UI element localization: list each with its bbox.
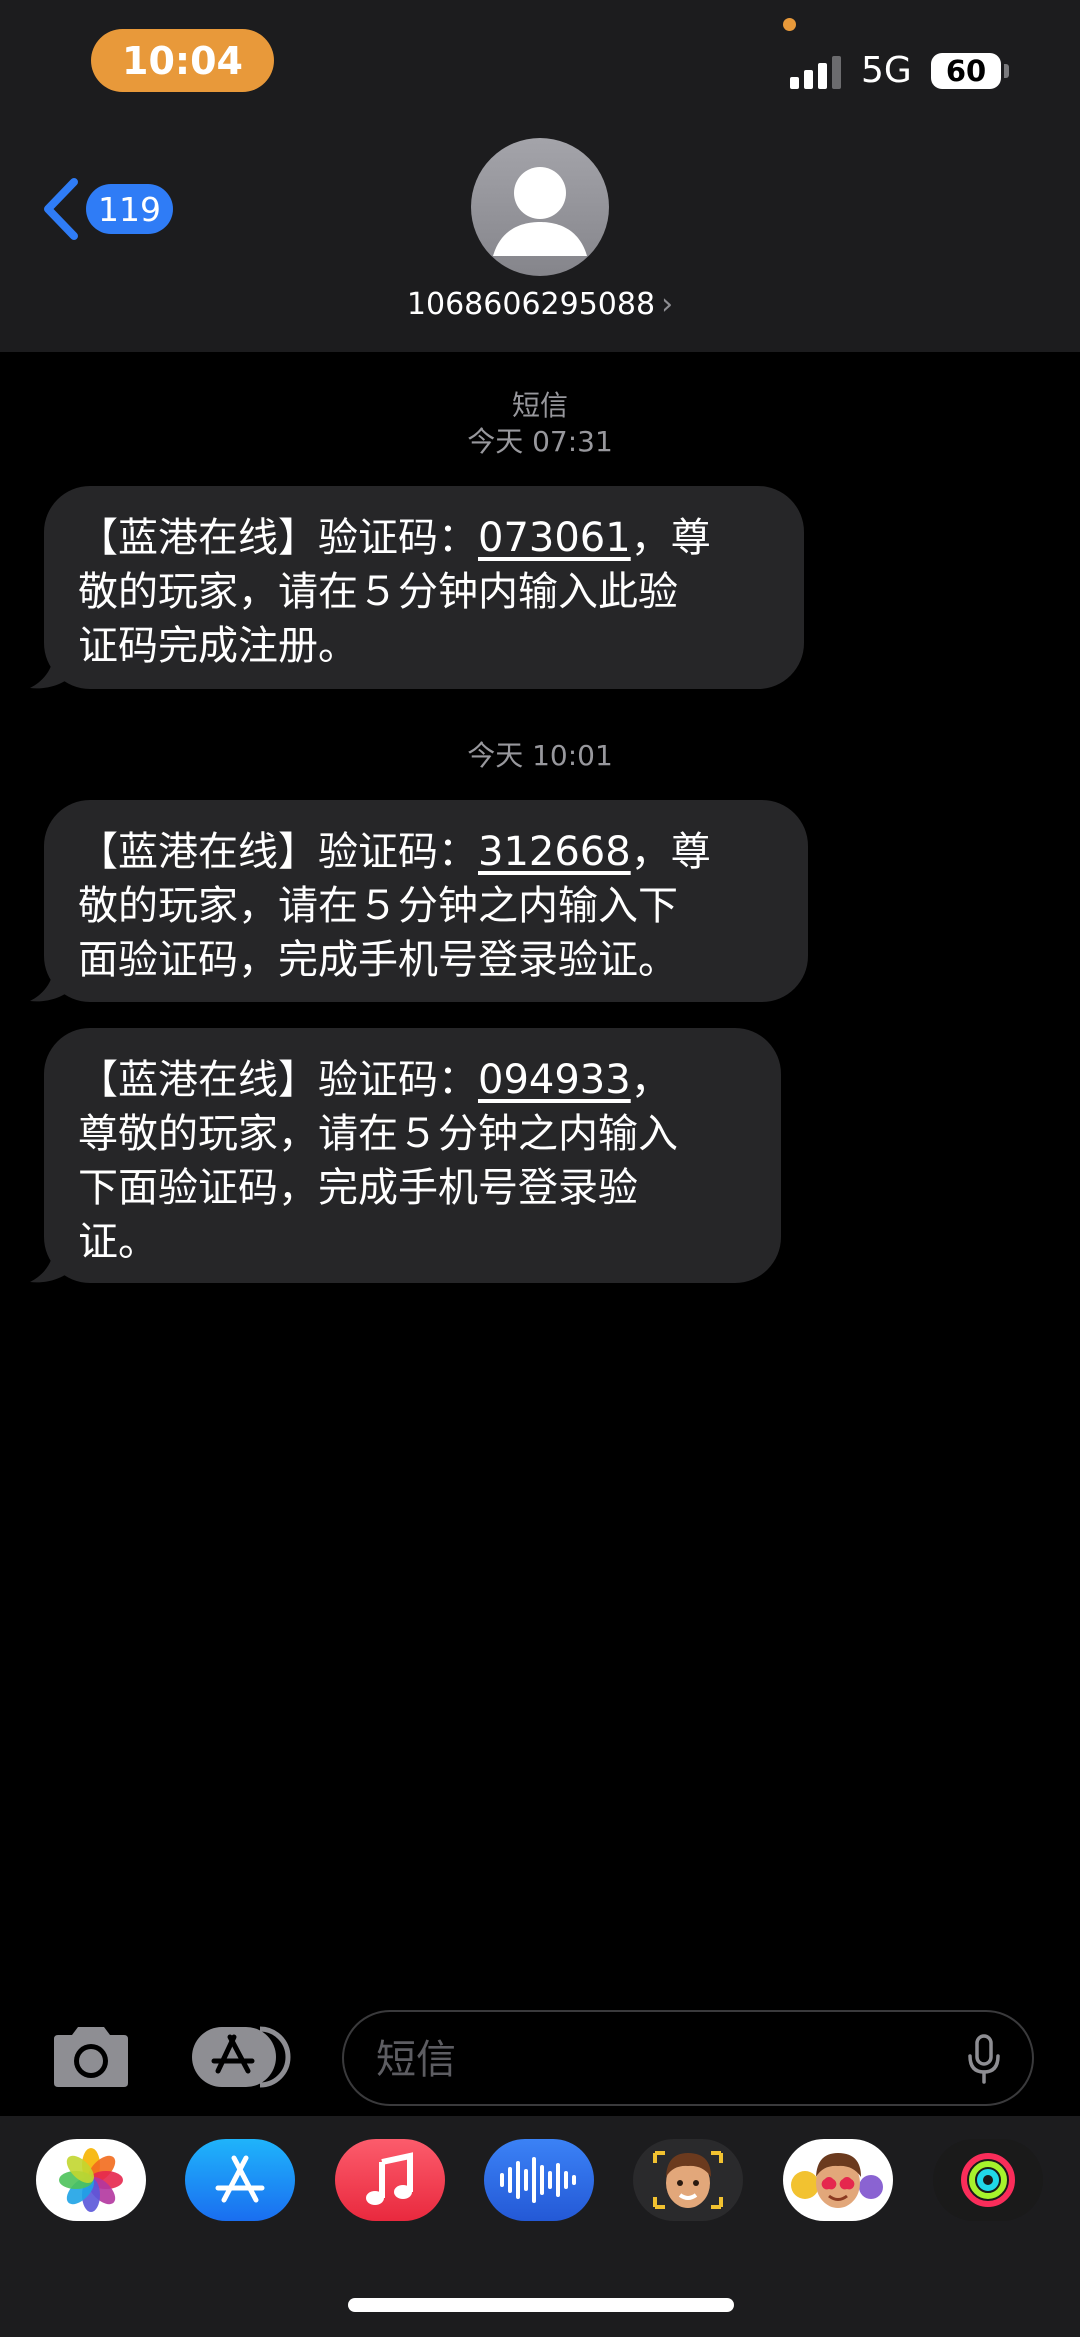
message-line: 尊敬的玩家，请在５分钟之内输入 (78, 1111, 678, 1157)
status-time: 10:04 (91, 29, 274, 92)
message-line: 面验证码，完成手机号登录验证。 (78, 937, 678, 983)
chevron-left-icon (44, 178, 78, 240)
battery-icon: 60 (931, 53, 1001, 89)
chevron-right-icon: › (661, 287, 674, 322)
service-label: 短信 (511, 389, 568, 422)
message-line: 证。 (78, 1219, 158, 1265)
photos-app-icon[interactable] (36, 2139, 146, 2221)
timestamp: 今天 10:01 (467, 739, 613, 772)
memoji-stickers-icon (791, 2153, 883, 2208)
message-line: 证码完成注册。 (78, 623, 358, 669)
conversation-header: 10:04 5G 60 119 1068606295088 › (0, 0, 1080, 352)
waveform-icon (500, 2157, 576, 2203)
contact-name: 1068606295088 (406, 287, 656, 322)
memoji-app-icon[interactable] (633, 2139, 743, 2221)
message-line: 【蓝港在线】验证码：312668，尊 (78, 829, 711, 875)
battery-tip (1004, 64, 1009, 78)
memoji-face-icon (653, 2151, 723, 2209)
app-store-app-icon[interactable] (185, 2139, 295, 2221)
music-app-icon[interactable] (335, 2139, 445, 2221)
back-button[interactable]: 119 (40, 174, 180, 244)
timestamp: 今天 07:31 (467, 425, 613, 458)
message-line: 【蓝港在线】验证码：073061，尊 (78, 515, 711, 561)
contact-name-button[interactable]: 1068606295088 › (0, 287, 1080, 322)
home-indicator[interactable] (348, 2298, 734, 2312)
contact-avatar[interactable] (471, 138, 609, 276)
message-input-field[interactable] (342, 2010, 1034, 2106)
message-line: 【蓝港在线】验证码：094933， (78, 1057, 671, 1103)
message-bubble[interactable]: 【蓝港在线】验证码：312668，尊 敬的玩家，请在５分钟之内输入下 面验证码，… (44, 800, 808, 1002)
verification-code-link[interactable]: 073061 (478, 515, 631, 561)
camera-icon[interactable] (48, 2023, 134, 2091)
music-note-icon (366, 2152, 413, 2205)
message-bubble[interactable]: 【蓝港在线】验证码：073061，尊 敬的玩家，请在５分钟内输入此验 证码完成注… (44, 486, 804, 689)
activity-app-icon[interactable] (933, 2139, 1043, 2221)
activity-rings-icon (961, 2153, 1015, 2207)
message-line: 敬的玩家，请在５分钟之内输入下 (78, 883, 678, 929)
cellular-signal-icon (790, 55, 844, 89)
message-line: 下面验证码，完成手机号登录验 (78, 1165, 638, 1211)
message-input[interactable] (374, 2030, 938, 2090)
verification-code-link[interactable]: 312668 (478, 829, 631, 875)
microphone-icon[interactable] (967, 2034, 1001, 2084)
photos-flower-icon (59, 2148, 123, 2212)
app-store-toggle-icon[interactable] (190, 2023, 294, 2091)
message-line: 敬的玩家，请在５分钟内输入此验 (78, 569, 678, 615)
bubble-tail (30, 1244, 74, 1283)
message-bubble[interactable]: 【蓝港在线】验证码：094933， 尊敬的玩家，请在５分钟之内输入 下面验证码，… (44, 1028, 781, 1283)
memoji-stickers-app-icon[interactable] (783, 2139, 893, 2221)
verification-code-link[interactable]: 094933 (478, 1057, 631, 1103)
privacy-indicator-dot (783, 18, 796, 31)
bubble-tail (30, 963, 74, 1002)
audio-message-app-icon[interactable] (484, 2139, 594, 2221)
person-icon (493, 167, 587, 256)
network-type: 5G (861, 50, 912, 91)
app-store-a-icon (215, 2155, 265, 2203)
bubble-tail (30, 650, 74, 689)
unread-count-badge: 119 (86, 184, 173, 234)
